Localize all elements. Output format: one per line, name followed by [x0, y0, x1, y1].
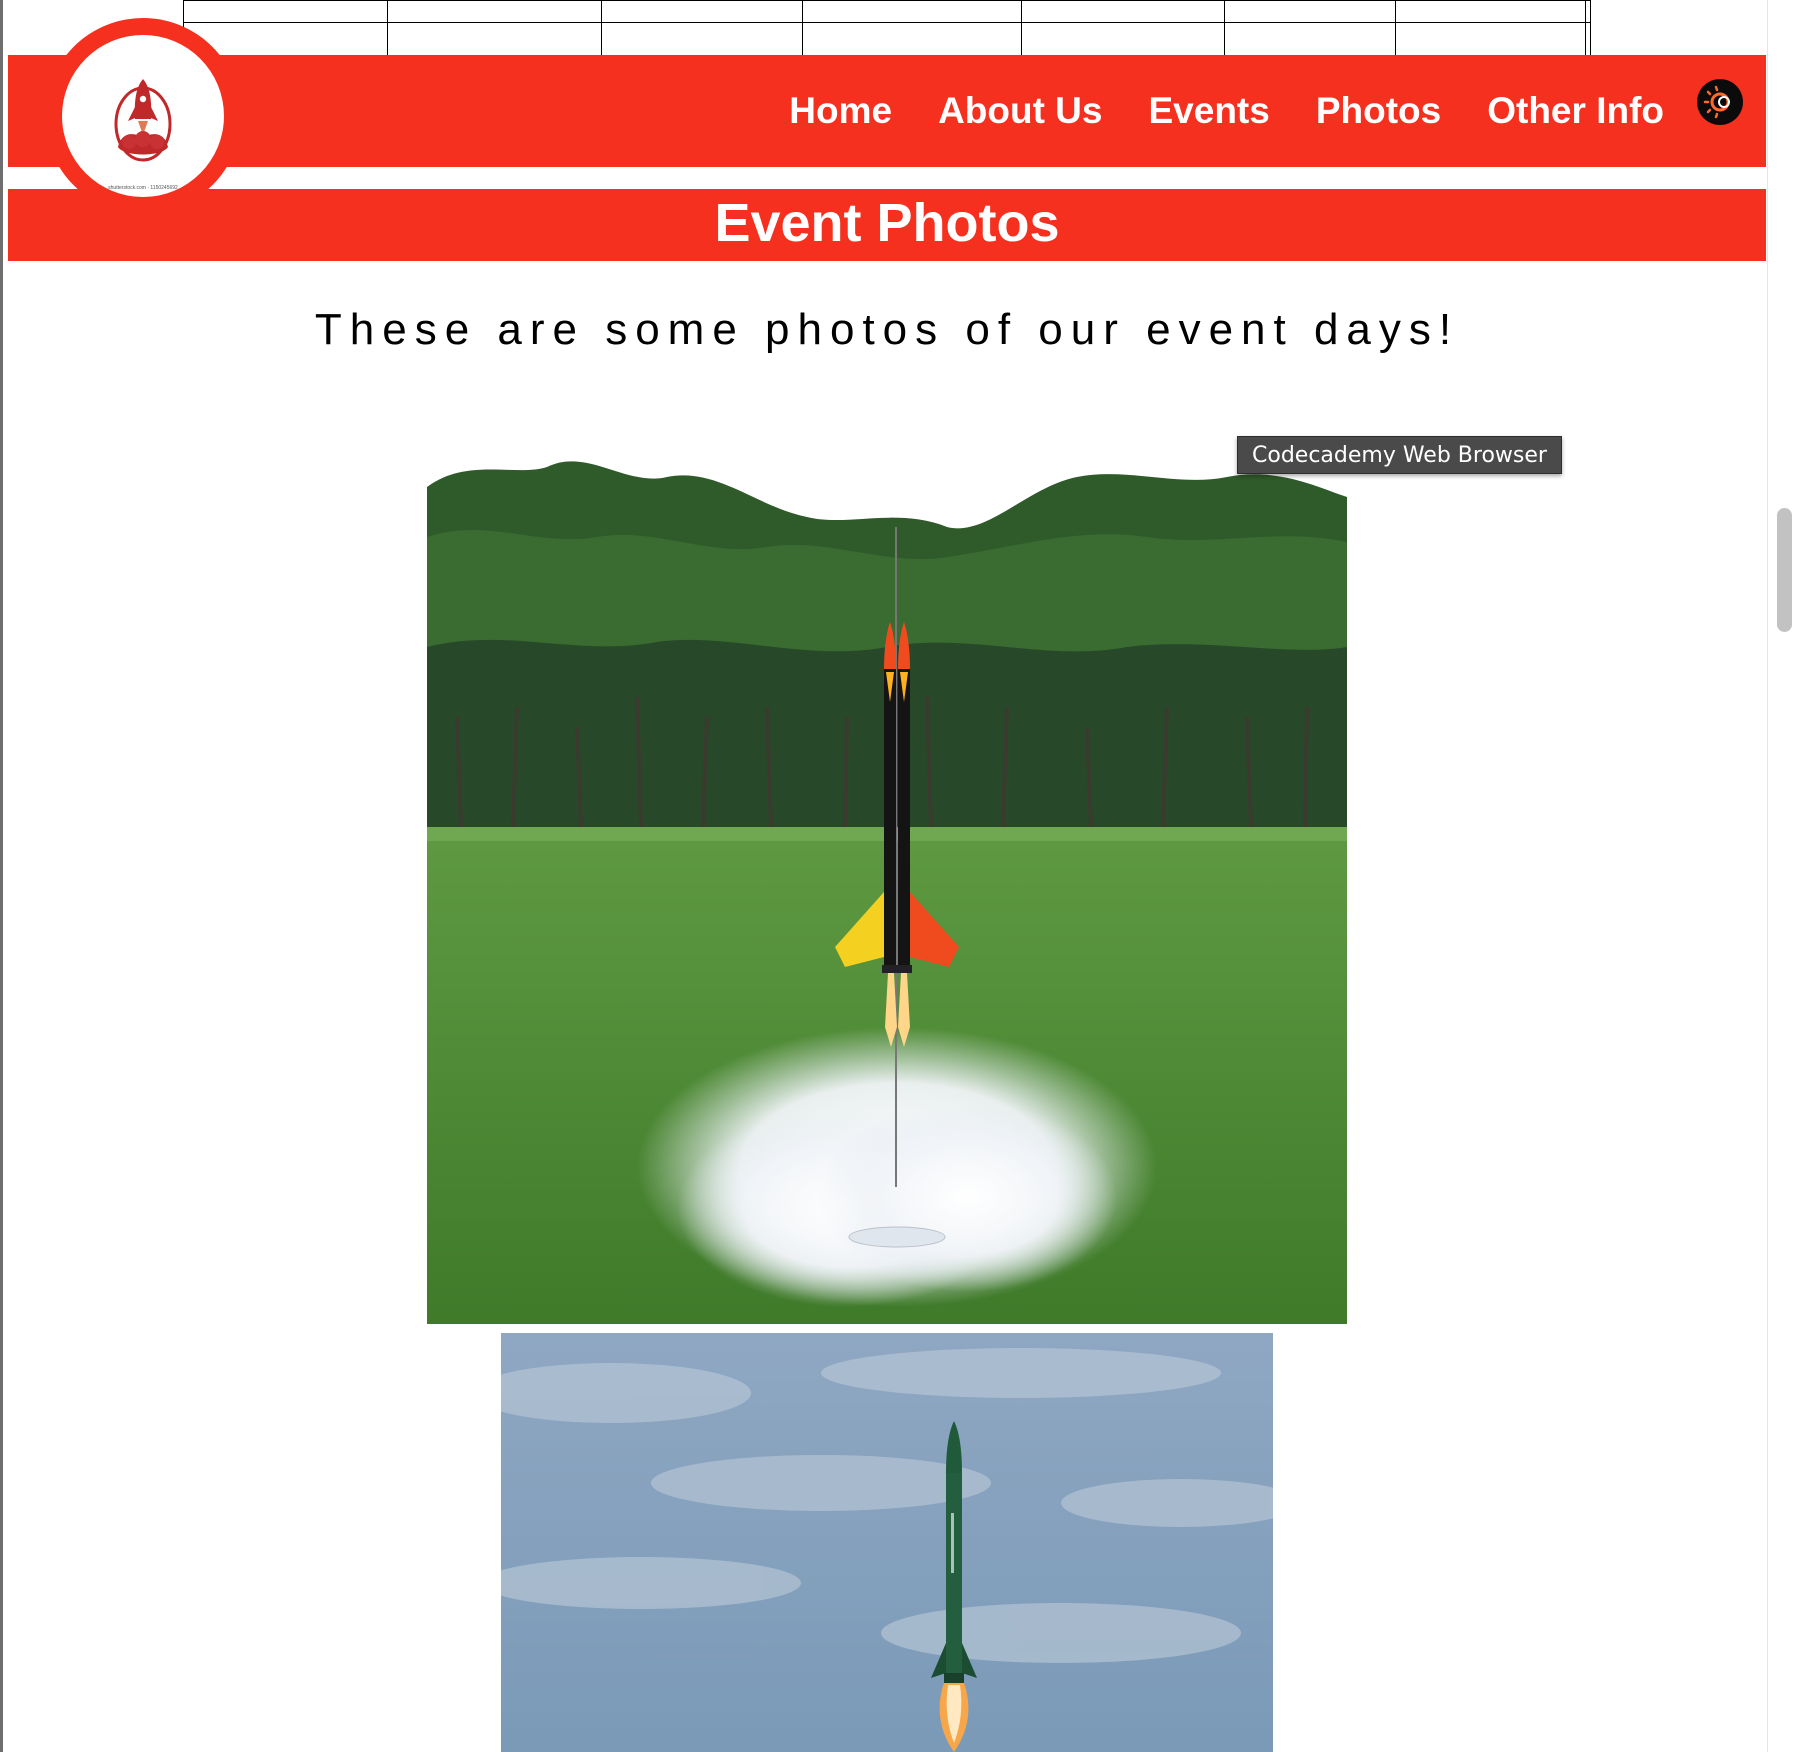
- nav-link-photos[interactable]: Photos: [1316, 90, 1441, 132]
- browser-tooltip: Codecademy Web Browser: [1237, 436, 1562, 474]
- rocket-launch-on-grass-field-photo-icon: [427, 447, 1347, 1324]
- green-rocket-in-flight-photo-icon: [501, 1333, 1273, 1752]
- page-title-banner: Event Photos: [8, 189, 1766, 261]
- browser-viewport: Home About Us Events Photos Other Info s…: [0, 0, 1798, 1752]
- page-title: Event Photos: [714, 193, 1060, 253]
- nav-link-other-info[interactable]: Other Info: [1487, 90, 1664, 132]
- scrollbar-thumb[interactable]: [1777, 508, 1792, 632]
- browser-extension-icon[interactable]: [1697, 79, 1743, 125]
- vertical-scrollbar[interactable]: [1767, 0, 1798, 1752]
- nav-link-about-us[interactable]: About Us: [938, 90, 1102, 132]
- top-navigation-bar: Home About Us Events Photos Other Info: [8, 55, 1766, 167]
- nav-link-home[interactable]: Home: [789, 90, 892, 132]
- event-photo-rocket-in-flight: [501, 1333, 1273, 1752]
- site-logo[interactable]: shutterstock.com · 1150245692: [62, 35, 224, 197]
- nav-link-events[interactable]: Events: [1149, 90, 1270, 132]
- nav-menu: Home About Us Events Photos Other Info: [789, 55, 1664, 167]
- page-subtitle: These are some photos of our event days!: [314, 305, 1460, 354]
- layout-table-remnant: [183, 0, 1591, 57]
- rocket-launch-logo-icon: [114, 79, 172, 162]
- logo-watermark-caption: shutterstock.com · 1150245692: [108, 185, 178, 191]
- event-photo-rocket-launch: [427, 447, 1347, 1324]
